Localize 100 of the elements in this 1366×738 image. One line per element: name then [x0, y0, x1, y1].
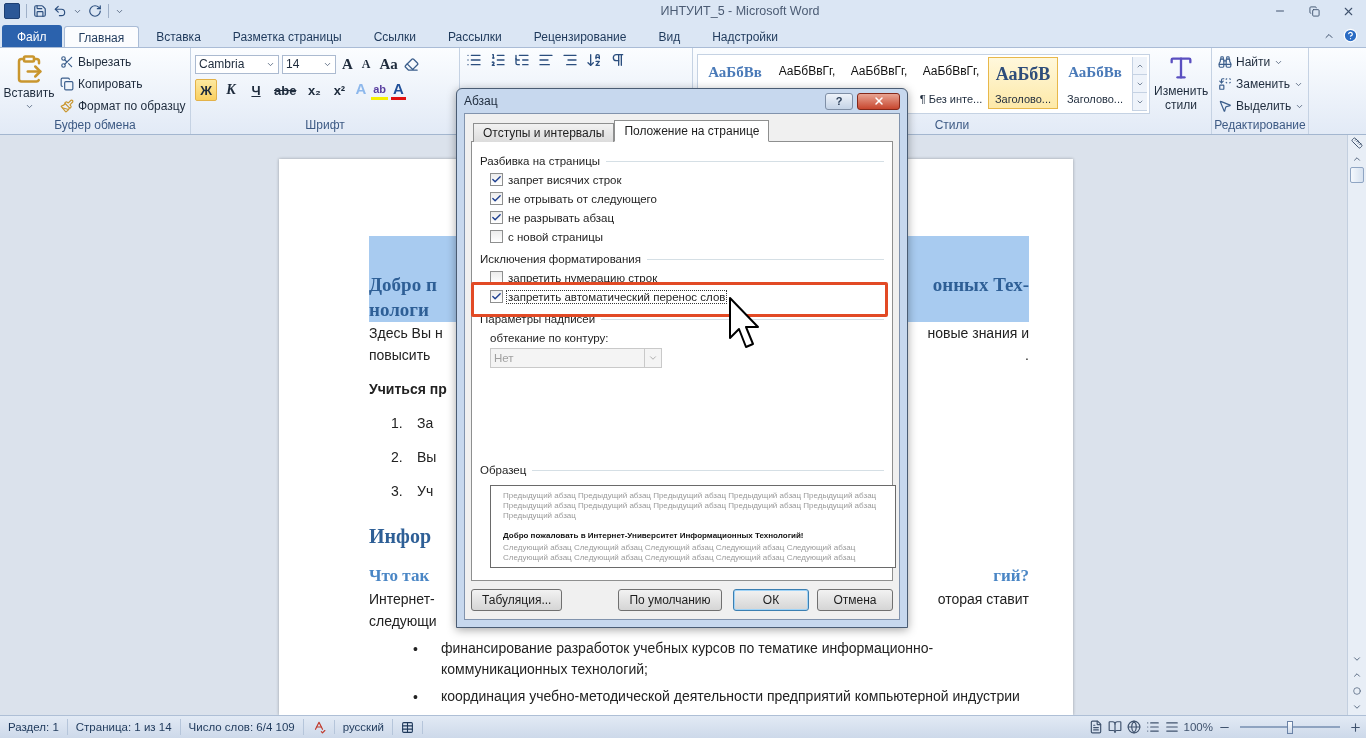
ruler-button[interactable] — [1348, 135, 1366, 151]
checkbox[interactable] — [490, 192, 503, 205]
close-icon — [872, 95, 885, 107]
paragraph-text: Вы — [417, 448, 437, 467]
change-case-button[interactable]: Aa — [376, 55, 401, 73]
zoom-thumb[interactable] — [1287, 720, 1293, 734]
option-label: с новой страницы — [507, 230, 605, 243]
window-title: ИНТУИТ_5 - Microsoft Word — [659, 4, 821, 18]
ribbon-tab[interactable]: Рецензирование — [518, 25, 642, 47]
preview-text: Добро пожаловать в Интернет-Университет Информационных Технологий! — [503, 531, 805, 541]
paragraph-text: Уч — [417, 482, 434, 501]
chevron-up-icon — [1352, 670, 1362, 680]
dialog-title: Абзац — [464, 94, 499, 108]
format-button[interactable]: Ж — [195, 79, 217, 101]
font-size-field[interactable]: 14 — [282, 54, 336, 74]
dialog-button[interactable]: По умолчанию — [618, 589, 722, 611]
style-item[interactable]: АаБбВ Заголово... — [988, 57, 1058, 109]
redo-icon[interactable] — [88, 4, 102, 18]
undo-icon[interactable] — [53, 4, 67, 18]
status-text: Раздел: 1 — [0, 719, 68, 735]
sort-icon[interactable] — [586, 52, 602, 68]
zoom-in-icon[interactable] — [1349, 720, 1362, 734]
format-button[interactable]: К — [220, 79, 242, 101]
ribbon-command[interactable]: Вырезать — [58, 52, 188, 72]
list-item-text: финансирование разработок учебных курсов по тематике информационно- — [441, 639, 934, 658]
section-title: Образец — [480, 464, 527, 476]
web-layout-icon[interactable] — [1126, 720, 1141, 734]
format-button[interactable]: Ч — [245, 79, 267, 101]
print-layout-icon[interactable] — [1088, 720, 1103, 734]
format-button[interactable]: x₂ — [303, 79, 326, 101]
scroll-thumb[interactable] — [1350, 167, 1364, 183]
ribbon-command[interactable]: Заменить — [1216, 74, 1307, 94]
file-tab[interactable]: Файл — [2, 25, 62, 47]
language-status[interactable]: русский — [334, 719, 393, 735]
pointer-icon — [1218, 99, 1232, 113]
preview-text: Следующий абзац Следующий абзац Следующий абзац Следующий абзац Следующий абзац Следующий абзац Следующий абзац Следующий абзац Следующий абзац Следующий абзац — [503, 543, 857, 563]
ribbon-tab[interactable]: Главная — [63, 26, 140, 48]
reading-view-icon[interactable] — [1107, 720, 1122, 734]
close-button[interactable] — [857, 92, 900, 110]
dialog-button[interactable]: ОК — [733, 589, 809, 611]
group-label: Редактирование — [1214, 118, 1306, 134]
status-text: Страница: 1 из 14 — [67, 719, 181, 735]
save-icon[interactable] — [33, 4, 47, 18]
ribbon-tab[interactable]: Разметка страницы — [217, 25, 357, 47]
shrink-font-button[interactable]: A — [358, 56, 374, 72]
chevron-up-icon — [1352, 154, 1362, 164]
status-text: Число слов: 6/4 109 — [180, 719, 304, 735]
ribbon-command[interactable]: Выделить — [1216, 96, 1307, 116]
ribbon-tab[interactable]: Вставка — [141, 25, 216, 47]
caret-icon — [24, 102, 34, 111]
checkmark-icon — [491, 212, 502, 223]
paste-button[interactable]: Вставить — [4, 52, 54, 118]
ribbon-tab[interactable]: Ссылки — [358, 25, 431, 47]
change-styles-button[interactable]: Изменить стили — [1154, 52, 1209, 118]
ribbon-command[interactable]: Копировать — [58, 74, 188, 94]
option-label: запретить автоматический перенос слов — [507, 290, 727, 303]
field-label: обтекание по контуру: — [489, 332, 610, 344]
grow-font-button[interactable]: A — [339, 55, 356, 73]
preview-text: Предыдущий абзац Предыдущий абзац Предыдущий абзац Предыдущий абзац Предыдущий абзац Предыдущий абзац Предыдущий абзац Предыдущий абзац Предыдущий абзац Предыдущий абзац Предыдущий абзац — [503, 491, 878, 521]
section-title: Разбивка на страницы — [480, 155, 601, 167]
checkbox[interactable] — [490, 230, 503, 243]
dialog-tab[interactable]: Положение на странице — [614, 120, 770, 142]
draft-view-icon[interactable] — [1164, 720, 1179, 734]
dialog-button[interactable]: Табуляция... — [471, 589, 563, 611]
heading-text: Добро п — [369, 273, 437, 297]
format-button[interactable]: abe — [270, 79, 301, 101]
help-icon[interactable] — [1343, 28, 1358, 43]
ribbon-command[interactable]: Формат по образцу — [58, 96, 188, 116]
multilevel-list-icon[interactable] — [514, 52, 530, 68]
heading-text: Что так — [369, 565, 430, 587]
pilcrow-icon[interactable] — [610, 52, 626, 68]
copy-icon — [60, 77, 74, 91]
bullet-list-icon[interactable] — [466, 52, 482, 68]
ribbon-tab[interactable]: Вид — [643, 25, 696, 47]
dialog-tab[interactable]: Отступы и интервалы — [473, 123, 615, 142]
zoom-level-text: 100% — [1183, 721, 1213, 733]
eraser-icon[interactable] — [403, 56, 419, 72]
list-item-text: коммуникационных технологий; — [441, 660, 648, 679]
checkbox[interactable] — [490, 211, 503, 224]
paragraph-text: Интернет- — [369, 590, 435, 609]
chevron-down-icon — [1352, 654, 1362, 664]
dialog-button[interactable]: Отмена — [817, 589, 893, 611]
font-name-field[interactable]: Cambria — [195, 54, 279, 74]
checkbox[interactable] — [490, 290, 503, 303]
font-color-button[interactable]: A — [391, 80, 406, 100]
ribbon-tab[interactable]: Надстройки — [697, 25, 794, 47]
circle-icon — [1353, 687, 1361, 695]
checkbox[interactable] — [490, 173, 503, 186]
app-icon — [4, 3, 20, 19]
bullet-marker: • — [413, 688, 419, 707]
section-title: Исключения форматирования — [480, 253, 641, 265]
outline-view-icon[interactable] — [1145, 720, 1160, 734]
help-button[interactable]: ? — [825, 92, 853, 110]
option-label: не разрывать абзац — [507, 211, 616, 224]
heading-text: Инфор — [369, 524, 432, 550]
format-button[interactable]: x² — [328, 79, 351, 101]
ribbon-command[interactable]: Найти — [1216, 52, 1307, 72]
numbered-list-icon[interactable] — [490, 52, 506, 68]
highlight-button[interactable]: ab — [371, 80, 389, 100]
ribbon-tab[interactable]: Рассылки — [432, 25, 517, 47]
